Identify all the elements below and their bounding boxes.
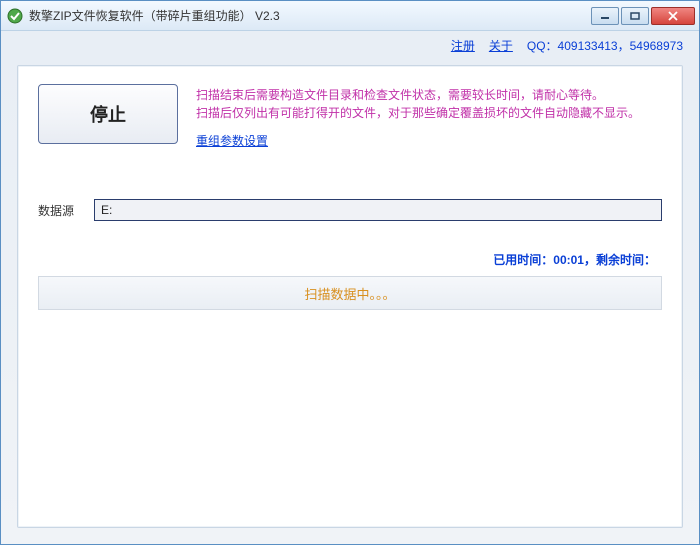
time-separator: ， (584, 253, 596, 267)
minimize-button[interactable] (591, 7, 619, 25)
window-controls (591, 7, 695, 25)
window-title: 数擎ZIP文件恢复软件（带碎片重组功能） V2.3 (29, 7, 591, 24)
hint-block: 扫描结束后需要构造文件目录和检查文件状态，需要较长时间，请耐心等待。 扫描后仅列… (196, 84, 662, 149)
maximize-button[interactable] (621, 7, 649, 25)
register-link[interactable]: 注册 (451, 37, 475, 54)
hint-line-1: 扫描结束后需要构造文件目录和检查文件状态，需要较长时间，请耐心等待。 (196, 86, 662, 104)
titlebar: 数擎ZIP文件恢复软件（带碎片重组功能） V2.3 (1, 1, 699, 31)
link-bar: 注册 关于 QQ：409133413，54968973 (1, 31, 699, 59)
status-bar: 扫描数据中。。。 (38, 276, 662, 310)
status-text: 扫描数据中。。。 (304, 284, 395, 303)
app-window: 数擎ZIP文件恢复软件（带碎片重组功能） V2.3 注册 关于 QQ：40913… (0, 0, 700, 545)
qq-contact: QQ：409133413，54968973 (527, 37, 683, 54)
data-source-label: 数据源 (38, 202, 82, 219)
stop-button[interactable]: 停止 (38, 84, 178, 144)
elapsed-time-value: 00:01 (553, 253, 584, 267)
remaining-time-label: 剩余时间： (596, 253, 656, 267)
data-source-field[interactable]: E: (94, 199, 662, 221)
close-button[interactable] (651, 7, 695, 25)
data-source-row: 数据源 E: (38, 199, 662, 221)
main-panel: 停止 扫描结束后需要构造文件目录和检查文件状态，需要较长时间，请耐心等待。 扫描… (17, 65, 683, 528)
about-link[interactable]: 关于 (489, 37, 513, 54)
app-icon (7, 8, 23, 24)
elapsed-time-label: 已用时间： (493, 253, 553, 267)
params-settings-link[interactable]: 重组参数设置 (196, 132, 268, 149)
data-source-value: E: (101, 203, 112, 217)
top-row: 停止 扫描结束后需要构造文件目录和检查文件状态，需要较长时间，请耐心等待。 扫描… (38, 84, 662, 149)
hint-line-2: 扫描后仅列出有可能打得开的文件，对于那些确定覆盖损坏的文件自动隐藏不显示。 (196, 104, 662, 122)
stop-button-label: 停止 (90, 101, 126, 127)
time-row: 已用时间：00:01，剩余时间： (38, 251, 662, 268)
